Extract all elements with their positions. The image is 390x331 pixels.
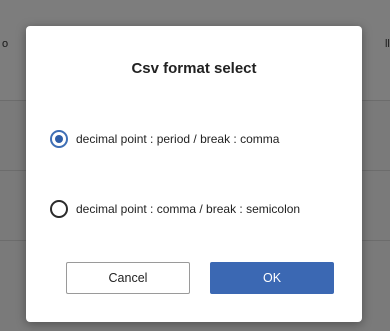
- option-label: decimal point : period / break : comma: [76, 132, 280, 146]
- radio-button-unselected[interactable]: [50, 200, 68, 218]
- option-period-comma[interactable]: decimal point : period / break : comma: [50, 130, 279, 148]
- radio-dot-icon: [55, 135, 63, 143]
- cancel-button[interactable]: Cancel: [66, 262, 190, 294]
- ok-button[interactable]: OK: [210, 262, 334, 294]
- csv-format-dialog: Csv format select decimal point : period…: [26, 26, 362, 322]
- option-comma-semicolon[interactable]: decimal point : comma / break : semicolo…: [50, 200, 300, 218]
- dialog-title: Csv format select: [131, 60, 257, 77]
- radio-button-selected[interactable]: [50, 130, 68, 148]
- option-label: decimal point : comma / break : semicolo…: [76, 202, 301, 216]
